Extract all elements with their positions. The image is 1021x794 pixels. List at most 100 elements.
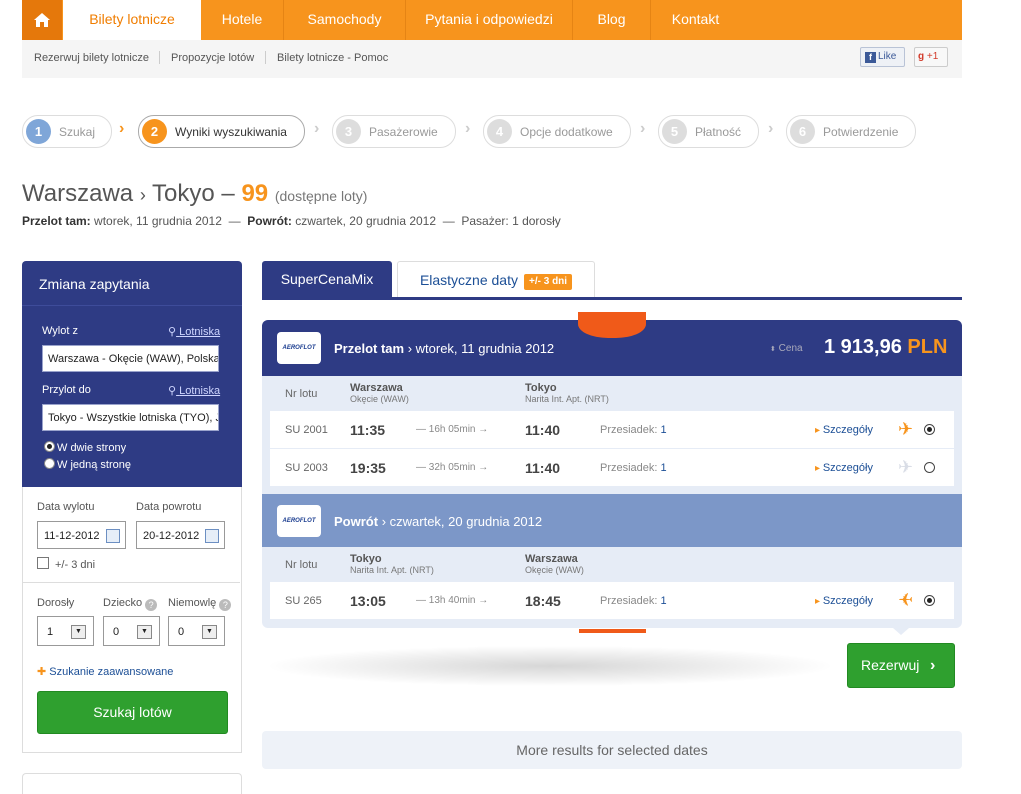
tab-flexible-dates[interactable]: Elastyczne daty +/- 3 dni bbox=[397, 261, 595, 299]
departure-time: 13:05 bbox=[350, 593, 386, 609]
from-airports-link[interactable]: ⚲ Lotniska bbox=[168, 325, 220, 338]
nav-tab-cars[interactable]: Samochody bbox=[284, 0, 406, 40]
from-airports-link-label: Lotniska bbox=[179, 326, 221, 338]
search-flights-button[interactable]: Szukaj lotów bbox=[37, 691, 228, 734]
col-arrival-airport: Okęcie (WAW) bbox=[525, 565, 584, 575]
step-number: 4 bbox=[487, 119, 512, 144]
calendar-icon[interactable] bbox=[205, 529, 219, 543]
aeroflot-logo: AEROFLOT bbox=[277, 505, 321, 537]
nav-tab-blog[interactable]: Blog bbox=[573, 0, 651, 40]
step-number: 6 bbox=[790, 119, 815, 144]
step-number: 5 bbox=[662, 119, 687, 144]
flight-number: SU 2001 bbox=[285, 424, 328, 436]
outbound-label: Przelot tam: bbox=[22, 214, 91, 228]
price-currency: PLN bbox=[907, 336, 948, 358]
details-link[interactable]: Szczegóły bbox=[815, 595, 873, 607]
departure-time: 19:35 bbox=[350, 460, 386, 476]
col-flight-number: Nr lotu bbox=[285, 388, 318, 400]
passenger-summary: Pasażer: 1 dorosły bbox=[461, 214, 561, 228]
round-trip-option[interactable]: W dwie strony bbox=[44, 441, 126, 454]
return-label: Powrót: bbox=[247, 214, 292, 228]
key-icon: ⚲ bbox=[168, 326, 177, 338]
help-icon[interactable]: ? bbox=[219, 599, 232, 611]
chevron-right-icon: › bbox=[930, 657, 936, 674]
nav-tab-contact[interactable]: Kontakt bbox=[651, 0, 740, 40]
select-flight-radio[interactable] bbox=[924, 462, 935, 473]
nav-tab-faq[interactable]: Pytania i odpowiedzi bbox=[406, 0, 573, 40]
facebook-like-button[interactable]: f Like bbox=[860, 47, 905, 67]
main-nav: Bilety lotnicze Hotele Samochody Pytania… bbox=[22, 0, 962, 40]
details-link[interactable]: Szczegóły bbox=[815, 424, 873, 436]
result-count-note: (dostępne loty) bbox=[274, 188, 368, 204]
flex-dates-checkbox[interactable] bbox=[37, 557, 49, 569]
from-input[interactable]: Warszawa - Okęcie (WAW), Polska bbox=[42, 345, 219, 372]
return-date-input[interactable]: 20-12-2012 bbox=[136, 521, 225, 549]
google-icon: g bbox=[918, 51, 925, 62]
col-departure-airport: Okęcie (WAW) bbox=[350, 394, 409, 404]
tab-flexible-dates-label: Elastyczne daty bbox=[419, 272, 518, 288]
subnav-link-offers[interactable]: Propozycje lotów bbox=[171, 52, 254, 64]
subnav-link-help[interactable]: Bilety lotnicze - Pomoc bbox=[277, 52, 388, 64]
col-departure-city: Warszawa bbox=[350, 382, 403, 394]
step-label: Wyniki wyszukiwania bbox=[175, 125, 287, 139]
children-select[interactable]: 0 ▼ bbox=[103, 616, 160, 646]
details-link[interactable]: Szczegóły bbox=[815, 462, 873, 474]
calendar-icon[interactable] bbox=[106, 529, 120, 543]
col-arrival-airport: Narita Int. Apt. (NRT) bbox=[525, 394, 609, 404]
infants-select[interactable]: 0 ▼ bbox=[168, 616, 225, 646]
subnav-link-book[interactable]: Rezerwuj bilety lotnicze bbox=[34, 52, 149, 64]
subnav-divider bbox=[159, 51, 160, 64]
one-way-option[interactable]: W jedną stronę bbox=[44, 458, 131, 471]
stops-count: 1 bbox=[660, 424, 667, 436]
step-label: Szukaj bbox=[59, 125, 96, 139]
chevron-right-icon: › bbox=[465, 120, 471, 137]
flight-duration: — 13h 40min → bbox=[416, 595, 489, 606]
home-icon bbox=[34, 13, 50, 27]
stops-label: Przesiadek: bbox=[600, 595, 658, 607]
depart-date-input[interactable]: 11-12-2012 bbox=[37, 521, 126, 549]
infants-label-group: Niemowlę ? bbox=[168, 597, 232, 611]
infants-label: Niemowlę bbox=[168, 597, 217, 609]
flight-row[interactable]: SU 2003 19:35 — 32h 05min → 11:40 Przesi… bbox=[270, 449, 954, 486]
one-way-radio[interactable] bbox=[44, 458, 55, 469]
tab-supercenamix[interactable]: SuperCenaMix bbox=[262, 261, 392, 298]
step-passengers: 3 Pasażerowie bbox=[332, 115, 456, 148]
round-trip-radio[interactable] bbox=[44, 441, 55, 452]
adults-select[interactable]: 1 ▼ bbox=[37, 616, 94, 646]
next-panel bbox=[22, 773, 242, 794]
col-arrival: Tokyo Narita Int. Apt. (NRT) bbox=[525, 382, 609, 404]
trip-summary: Przelot tam: wtorek, 11 grudnia 2012 — P… bbox=[22, 214, 561, 228]
select-flight-radio[interactable] bbox=[924, 424, 935, 435]
from-label: Wylot z bbox=[42, 325, 78, 337]
stops-count: 1 bbox=[660, 462, 667, 474]
select-flight-radio[interactable] bbox=[924, 595, 935, 606]
to-airports-link[interactable]: ⚲ Lotniska bbox=[168, 384, 220, 397]
advanced-search-link[interactable]: ✚ Szukanie zaawansowane bbox=[37, 665, 173, 678]
children-value: 0 bbox=[113, 626, 120, 638]
help-icon[interactable]: ? bbox=[145, 599, 158, 611]
book-button[interactable]: Rezerwuj › bbox=[847, 643, 955, 688]
price-label-text: Cena bbox=[778, 343, 803, 354]
step-search[interactable]: 1 Szukaj bbox=[22, 115, 112, 148]
children-label-group: Dziecko ? bbox=[103, 597, 158, 611]
flex-dates-option[interactable]: +/- 3 dni bbox=[37, 557, 95, 571]
page-title: Warszawa › Tokyo – 99 (dostępne loty) bbox=[22, 180, 367, 208]
nav-tab-hotels[interactable]: Hotele bbox=[201, 0, 284, 40]
flight-row[interactable]: SU 265 13:05 — 13h 40min → 18:45 Przesia… bbox=[270, 582, 954, 619]
more-results-button[interactable]: More results for selected dates bbox=[262, 731, 962, 769]
chevron-down-icon: ▼ bbox=[71, 625, 86, 639]
return-title: Powrót bbox=[334, 514, 379, 529]
stops: Przesiadek: 1 bbox=[600, 595, 667, 607]
title-dash: – bbox=[221, 180, 235, 207]
arrival-time: 11:40 bbox=[525, 422, 561, 438]
card-shadow bbox=[270, 646, 830, 686]
step-label: Płatność bbox=[695, 125, 742, 139]
total-price: 1 913,96 PLN bbox=[824, 336, 947, 359]
to-input[interactable]: Tokyo - Wszystkie lotniska (TYO), Japoni… bbox=[42, 404, 219, 431]
nav-tab-flights[interactable]: Bilety lotnicze bbox=[63, 0, 201, 40]
airplane-icon: ✈ bbox=[898, 419, 914, 439]
flight-row[interactable]: SU 2001 11:35 — 16h 05min → 11:40 Przesi… bbox=[270, 411, 954, 448]
google-plus-button[interactable]: g +1 bbox=[914, 47, 948, 67]
stops: Przesiadek: 1 bbox=[600, 424, 667, 436]
home-button[interactable] bbox=[22, 0, 62, 40]
